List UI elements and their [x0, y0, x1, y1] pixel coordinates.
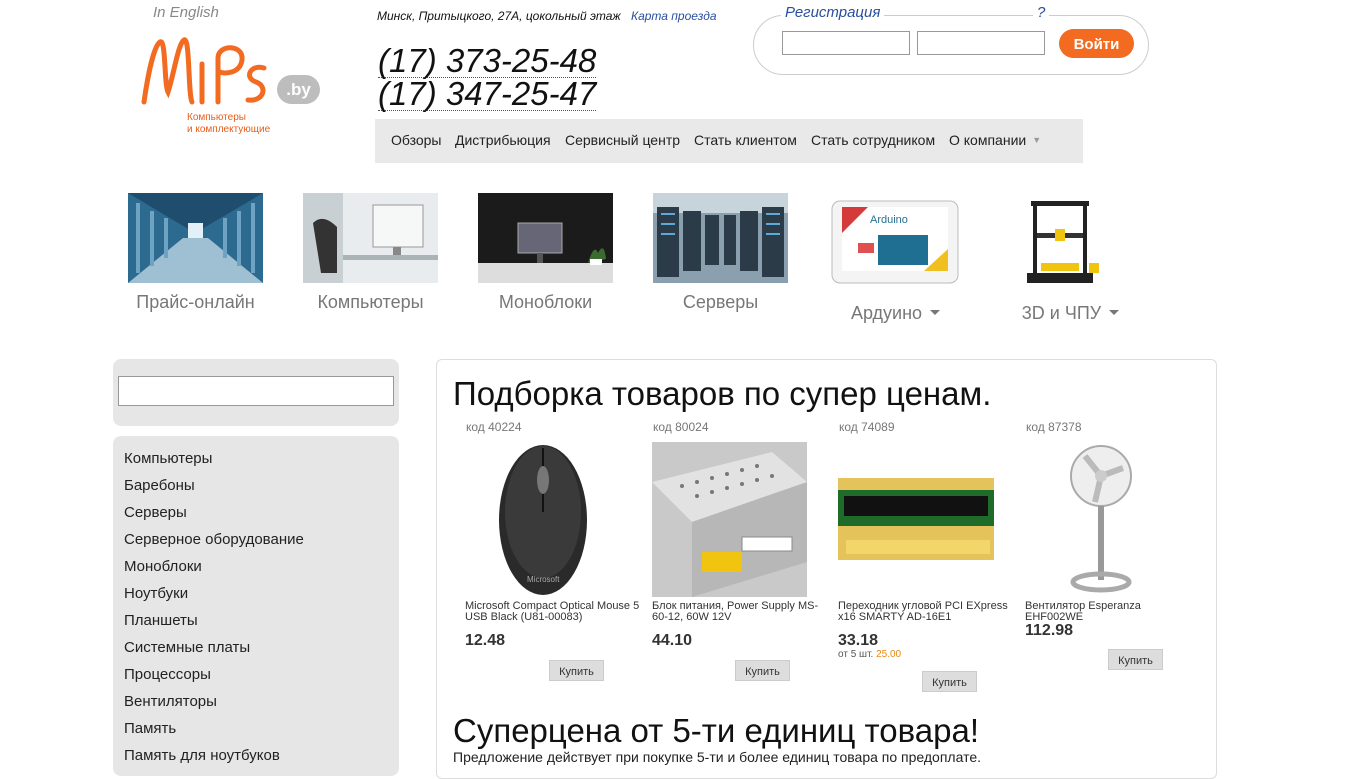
product-card: код 74089 Переходник угловой PCI EXpress…: [838, 420, 1018, 692]
buy-button[interactable]: Купить: [549, 660, 604, 681]
bulk-price-value: 25.00: [876, 649, 902, 660]
search-input[interactable]: [118, 376, 394, 406]
warehouse-image: [128, 193, 263, 283]
english-link[interactable]: In English: [153, 4, 219, 21]
category-processors[interactable]: Процессоры: [124, 666, 211, 683]
category-fans[interactable]: Вентиляторы: [124, 693, 217, 710]
category-monoblocks[interactable]: Моноблоки: [124, 558, 202, 575]
tile-arduino[interactable]: Arduino Ардуино: [828, 193, 963, 324]
category-notebook-memory[interactable]: Память для ноутбуков: [124, 747, 280, 764]
category-notebooks[interactable]: Ноутбуки: [124, 585, 188, 602]
workstation-image: [478, 193, 613, 283]
product-name[interactable]: Вентилятор Esperanza EHF002WE: [1025, 601, 1201, 623]
tile-monoblocks[interactable]: Моноблоки: [478, 193, 613, 313]
logo-tagline: Компьютеры и комплектующие: [187, 112, 270, 136]
tile-servers[interactable]: Серверы: [653, 193, 788, 313]
product-code: код 40224: [466, 420, 522, 434]
login-field[interactable]: [782, 31, 910, 55]
logo-domain-badge: .by: [277, 75, 320, 104]
tile-label: 3D и ЧПУ: [1003, 303, 1138, 324]
tile-label: Ардуино: [828, 303, 963, 324]
category-tablets[interactable]: Планшеты: [124, 612, 198, 629]
top-menu: Обзоры Дистрибьюция Сервисный центр Стат…: [375, 119, 1083, 163]
tile-label: Серверы: [682, 292, 759, 312]
arduino-kit-image: Arduino: [828, 193, 963, 293]
bulk-price-prefix: от 5 шт.: [838, 649, 874, 660]
menu-item-service[interactable]: Сервисный центр: [565, 132, 680, 148]
product-card: код 87378 Вентилятор Esperanza EHF002WE …: [1025, 420, 1205, 670]
menu-item-about[interactable]: О компании ▼: [949, 132, 1041, 148]
tile-computers[interactable]: Компьютеры: [303, 193, 438, 313]
category-barebones[interactable]: Баребоны: [124, 477, 195, 494]
product-price: 44.10: [652, 632, 693, 649]
map-link[interactable]: Карта проезда: [631, 9, 717, 23]
product-card: код 80024 Блок питания, Power Supply MS-…: [652, 420, 832, 681]
product-code: код 80024: [653, 420, 709, 434]
menu-item-reviews[interactable]: Обзоры: [391, 132, 442, 148]
tile-price-online[interactable]: Прайс-онлайн: [128, 193, 263, 313]
product-image-psu[interactable]: [652, 442, 812, 597]
logo-tagline-line2: и комплектующие: [187, 124, 271, 135]
tile-3d-label: 3D и ЧПУ: [1021, 303, 1102, 323]
product-image-mouse[interactable]: Microsoft: [465, 442, 625, 597]
product-image-pcie-riser[interactable]: [838, 442, 998, 597]
product-price: 33.18: [838, 632, 879, 649]
login-button[interactable]: Войти: [1059, 29, 1134, 58]
tile-3d-cnc[interactable]: 3D и ЧПУ: [1003, 193, 1138, 324]
product-price: 12.48: [465, 632, 506, 649]
category-memory[interactable]: Память: [124, 720, 176, 737]
dropdown-caret-icon: [930, 310, 941, 315]
product-name[interactable]: Блок питания, Power Supply MS-60-12, 60W…: [652, 601, 828, 623]
phone-1[interactable]: (17) 373-25-48: [378, 44, 597, 78]
section-title-bulk-deal: Суперцена от 5-ти единиц товара!: [453, 712, 980, 749]
tile-label: Моноблоки: [498, 292, 593, 312]
office-image: [303, 193, 438, 283]
buy-button[interactable]: Купить: [1108, 649, 1163, 670]
menu-item-become-employee[interactable]: Стать сотрудником: [811, 132, 935, 148]
category-motherboards[interactable]: Системные платы: [124, 639, 250, 656]
dropdown-arrow-icon: ▼: [1032, 135, 1042, 145]
password-field[interactable]: [917, 31, 1045, 55]
svg-text:Arduino: Arduino: [870, 214, 908, 226]
tile-arduino-label: Ардуино: [850, 303, 923, 323]
product-name[interactable]: Переходник угловой PCI EXpress x16 SMART…: [838, 601, 1014, 623]
logo-tagline-line1: Компьютеры: [187, 112, 246, 123]
register-link[interactable]: Регистрация: [781, 4, 885, 21]
tile-label: Прайс-онлайн: [136, 292, 255, 312]
svg-text:Microsoft: Microsoft: [527, 575, 560, 584]
dropdown-caret-icon: [1109, 310, 1120, 315]
phone-2[interactable]: (17) 347-25-47: [378, 77, 597, 111]
product-code: код 87378: [1026, 420, 1082, 434]
section-title-deals: Подборка товаров по супер ценам.: [453, 375, 992, 412]
help-link[interactable]: ?: [1033, 4, 1050, 21]
3d-printer-image: [1003, 193, 1138, 293]
product-price: 112.98: [1025, 622, 1074, 639]
address: Минск, Притыцкого, 27А, цокольный этаж: [377, 9, 621, 23]
product-name[interactable]: Microsoft Compact Optical Mouse 5 USB Bl…: [465, 601, 641, 623]
menu-item-about-label: О компании: [949, 132, 1027, 148]
offer-description: Предложение действует при покупке 5-ти и…: [453, 749, 982, 765]
menu-item-distribution[interactable]: Дистрибьюция: [455, 132, 551, 148]
product-image-fan[interactable]: [1025, 442, 1185, 597]
menu-item-become-client[interactable]: Стать клиентом: [694, 132, 797, 148]
server-room-image: [653, 193, 788, 283]
category-computers[interactable]: Компьютеры: [124, 450, 212, 467]
buy-button[interactable]: Купить: [922, 671, 977, 692]
bulk-price-note: от 5 шт. 25.00: [838, 649, 901, 660]
product-card: код 40224 Microsoft Microsoft Compact Op…: [465, 420, 645, 681]
product-code: код 74089: [839, 420, 895, 434]
category-servers[interactable]: Серверы: [124, 504, 187, 521]
category-server-equipment[interactable]: Серверное оборудование: [124, 531, 304, 548]
tile-label: Компьютеры: [317, 292, 424, 312]
buy-button[interactable]: Купить: [735, 660, 790, 681]
